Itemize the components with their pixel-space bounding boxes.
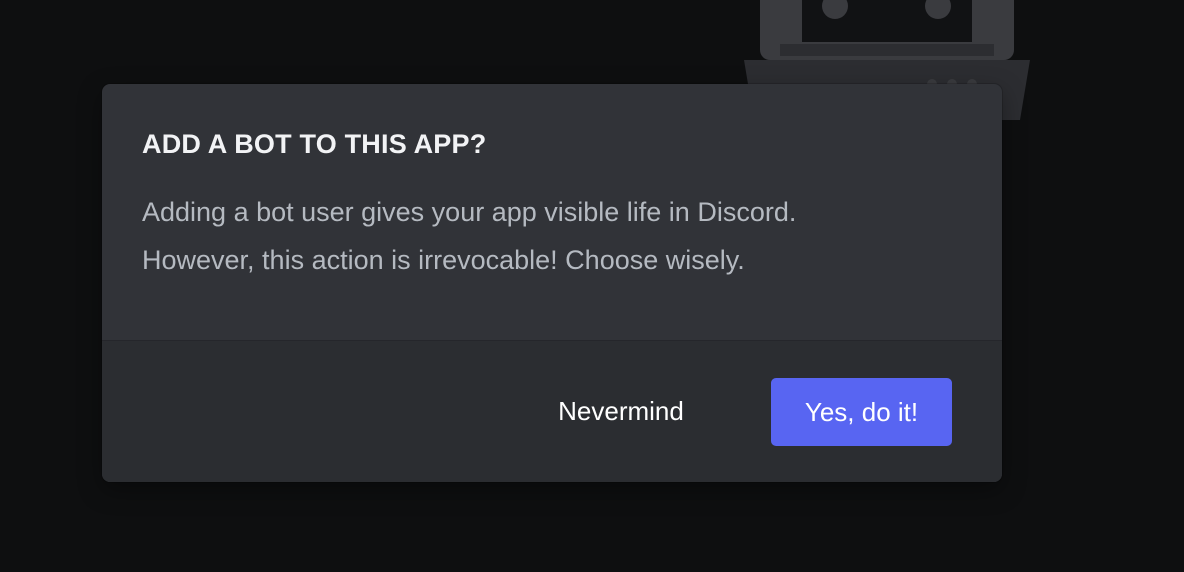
modal-header: ADD A BOT TO THIS APP? <box>102 84 1002 162</box>
modal-description-line-2: However, this action is irrevocable! Cho… <box>142 245 745 275</box>
app-backdrop: ADD A BOT TO THIS APP? Adding a bot user… <box>0 0 1184 572</box>
modal-footer: Nevermind Yes, do it! <box>102 341 1002 482</box>
confirm-add-bot-button[interactable]: Yes, do it! <box>771 378 952 446</box>
add-bot-modal: ADD A BOT TO THIS APP? Adding a bot user… <box>102 84 1002 482</box>
modal-description-line-1: Adding a bot user gives your app visible… <box>142 197 797 227</box>
modal-title: ADD A BOT TO THIS APP? <box>142 129 487 159</box>
modal-body: Adding a bot user gives your app visible… <box>102 162 1002 312</box>
modal-description: Adding a bot user gives your app visible… <box>142 188 922 284</box>
nevermind-button[interactable]: Nevermind <box>540 378 702 444</box>
